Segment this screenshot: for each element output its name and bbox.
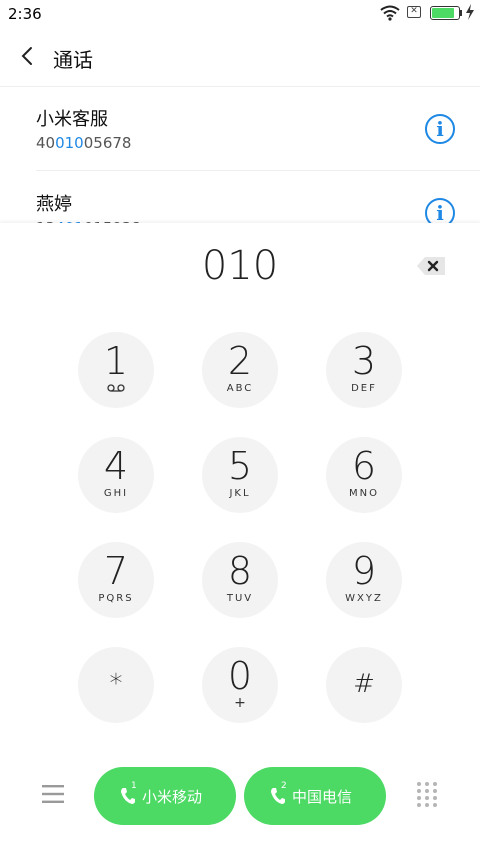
key-7[interactable]: 7 PQRS bbox=[78, 542, 154, 618]
key-letters: + bbox=[234, 695, 246, 711]
key-letters: DEF bbox=[351, 383, 377, 394]
carrier-label: 中国电信 bbox=[292, 788, 353, 806]
page-title: 通话 bbox=[53, 48, 93, 72]
sim-number: 1 bbox=[131, 781, 137, 791]
keypad-dot bbox=[425, 782, 429, 786]
keypad-toggle-icon[interactable] bbox=[417, 782, 439, 810]
key-letters: TUV bbox=[226, 593, 254, 604]
key-6[interactable]: 6 MNO bbox=[326, 437, 402, 513]
keypad-dot bbox=[425, 789, 429, 793]
key-digit: 6 bbox=[351, 444, 377, 488]
key-9[interactable]: 9 WXYZ bbox=[326, 542, 402, 618]
contact-result[interactable]: 小米客服 4001005678 i bbox=[0, 87, 480, 171]
charging-icon bbox=[466, 4, 474, 20]
keypad-dot bbox=[417, 803, 421, 807]
contact-name: 燕婷 bbox=[36, 194, 72, 215]
info-icon[interactable]: i bbox=[425, 114, 455, 144]
backspace-icon[interactable] bbox=[416, 256, 446, 276]
key-digit: 4 bbox=[103, 444, 129, 488]
battery-icon bbox=[430, 6, 460, 20]
key-4[interactable]: 4 GHI bbox=[78, 437, 154, 513]
contact-number: 4001005678 bbox=[36, 134, 131, 152]
keypad-dot bbox=[433, 803, 437, 807]
keypad-dot bbox=[417, 789, 421, 793]
key-8[interactable]: 8 TUV bbox=[202, 542, 278, 618]
key-digit: 9 bbox=[351, 549, 377, 593]
call-sim1-button[interactable]: 1 小米移动 bbox=[94, 767, 236, 825]
battery-fill bbox=[432, 8, 455, 18]
keypad-dot bbox=[433, 796, 437, 800]
number-match: 010 bbox=[55, 134, 84, 152]
key-letters: GHI bbox=[103, 488, 129, 499]
voicemail-icon bbox=[107, 384, 125, 392]
dialpad-panel bbox=[0, 223, 480, 853]
keypad-dot bbox=[417, 796, 421, 800]
key-letters: MNO bbox=[349, 488, 379, 499]
key-digit: 0 bbox=[227, 654, 253, 698]
key-star[interactable]: * bbox=[78, 647, 154, 723]
key-letters: PQRS bbox=[98, 593, 134, 604]
status-time: 2:36 bbox=[8, 5, 42, 23]
key-digit: 5 bbox=[227, 444, 253, 488]
key-digit: 3 bbox=[351, 339, 377, 383]
battery-cap bbox=[460, 10, 462, 16]
keypad-dot bbox=[425, 796, 429, 800]
sim-number: 2 bbox=[281, 781, 287, 791]
key-letters: ABC bbox=[226, 383, 254, 394]
key-digit: 7 bbox=[103, 549, 129, 593]
key-digit: 2 bbox=[227, 339, 253, 383]
key-0[interactable]: 0 + bbox=[202, 647, 278, 723]
carrier-label: 小米移动 bbox=[142, 788, 203, 806]
wifi-icon bbox=[380, 5, 400, 21]
status-bar: 2:36 ✕ bbox=[0, 0, 480, 28]
key-digit: # bbox=[353, 669, 375, 699]
key-1[interactable]: 1 bbox=[78, 332, 154, 408]
dial-input[interactable]: 010 bbox=[0, 243, 480, 289]
key-hash[interactable]: # bbox=[326, 647, 402, 723]
call-sim2-button[interactable]: 2 中国电信 bbox=[244, 767, 386, 825]
keypad-dot bbox=[433, 782, 437, 786]
contact-name: 小米客服 bbox=[36, 109, 108, 130]
key-digit: 8 bbox=[227, 549, 253, 593]
no-sim-icon: ✕ bbox=[407, 6, 421, 18]
key-letters: WXYZ bbox=[345, 593, 383, 604]
key-2[interactable]: 2 ABC bbox=[202, 332, 278, 408]
key-5[interactable]: 5 JKL bbox=[202, 437, 278, 513]
keypad-dot bbox=[417, 782, 421, 786]
keypad-dot bbox=[425, 803, 429, 807]
back-arrow-icon[interactable] bbox=[18, 44, 38, 68]
keypad-dot bbox=[433, 789, 437, 793]
menu-icon[interactable] bbox=[42, 785, 64, 803]
number-suffix: 05678 bbox=[83, 134, 132, 152]
key-digit: 1 bbox=[103, 339, 129, 383]
number-prefix: 40 bbox=[36, 134, 56, 152]
key-3[interactable]: 3 DEF bbox=[326, 332, 402, 408]
key-letters: JKL bbox=[229, 488, 251, 499]
key-digit: * bbox=[109, 669, 123, 699]
